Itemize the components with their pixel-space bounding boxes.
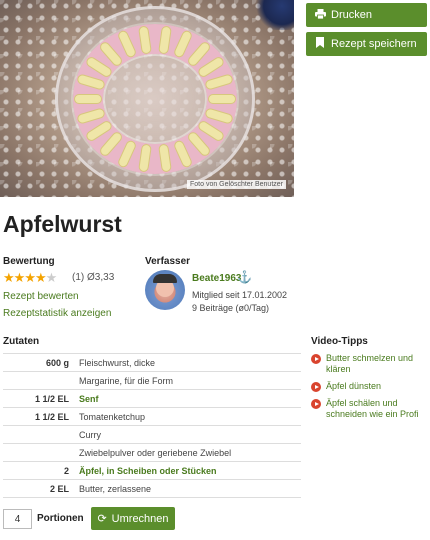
play-icon [311, 382, 321, 392]
apple-slice [74, 94, 102, 104]
printer-icon [314, 8, 326, 22]
ingredient-amount: 1 1/2 EL [3, 389, 75, 408]
ingredient-name: Fleischwurst, dicke [75, 353, 301, 372]
portions-label: Portionen [37, 513, 84, 524]
video-tip-item[interactable]: Äpfel dünsten [311, 381, 430, 392]
star-icon: ★ [3, 270, 15, 285]
table-row: 2 EL Butter, zerlassene [3, 479, 301, 498]
video-tips-heading: Video-Tipps [311, 336, 368, 347]
recalculate-button[interactable]: ⟳ Umrechnen [91, 507, 175, 530]
apple-slice [208, 94, 236, 104]
table-row: Curry [3, 425, 301, 444]
avatar[interactable] [145, 270, 185, 310]
ingredient-amount: 600 g [3, 353, 75, 372]
ingredient-link[interactable]: Äpfel, in Scheiben oder Stücken [75, 461, 301, 480]
table-row: 1 1/2 EL Tomatenketchup [3, 407, 301, 426]
rating-average: Ø3,33 [87, 272, 115, 283]
avatar-hat [153, 274, 177, 283]
star-empty-icon: ★ [45, 270, 58, 285]
refresh-icon: ⟳ [97, 513, 107, 525]
rating-heading: Bewertung [3, 256, 55, 267]
table-row: Margarine, für die Form [3, 371, 301, 390]
video-tip-label: Äpfel schälen und schneiden wie ein Prof… [326, 398, 419, 419]
portions-input[interactable] [3, 509, 32, 529]
ingredient-amount [3, 425, 75, 444]
ingredient-name: Zwiebelpulver oder geriebene Zwiebel [75, 443, 301, 462]
video-tip-item[interactable]: Äpfel schälen und schneiden wie ein Prof… [311, 398, 430, 420]
recalculate-label: Umrechnen [111, 512, 169, 525]
ingredients-heading: Zutaten [3, 336, 40, 347]
ingredient-amount [3, 443, 75, 462]
video-tip-item[interactable]: Butter schmelzen und klären [311, 353, 430, 375]
star-icon: ★ [24, 270, 36, 285]
save-recipe-button[interactable]: Rezept speichern [306, 32, 427, 56]
ingredient-name: Butter, zerlassene [75, 479, 301, 498]
recipe-stats-link[interactable]: Rezeptstatistik anzeigen [3, 308, 111, 319]
ingredient-amount: 2 EL [3, 479, 75, 498]
author-posts: 9 Beiträge (ø0/Tag) [192, 303, 270, 313]
ingredients-table: 600 g Fleischwurst, dicke Margarine, für d… [3, 353, 301, 498]
bookmark-icon [314, 37, 326, 51]
video-tip-label: Butter schmelzen und klären [326, 353, 414, 374]
photo-credit: Foto von Gelöschter Benutzer [187, 180, 286, 189]
table-row: 600 g Fleischwurst, dicke [3, 353, 301, 372]
ingredient-amount: 2 [3, 461, 75, 480]
author-heading: Verfasser [145, 256, 191, 267]
rate-recipe-link[interactable]: Rezept bewerten [3, 291, 79, 302]
play-icon [311, 399, 321, 409]
star-icon: ★ [13, 270, 26, 285]
photo-corner [254, 0, 294, 30]
ingredient-name: Margarine, für die Form [75, 371, 301, 390]
table-row: 1 1/2 EL Senf [3, 389, 301, 408]
table-row: Zwiebelpulver oder geriebene Zwiebel [3, 443, 301, 462]
print-label: Drucken [331, 9, 372, 21]
table-row: 2 Äpfel, in Scheiben oder Stücken [3, 461, 301, 480]
anchor-icon: ⚓ [237, 270, 252, 284]
ingredient-amount: 1 1/2 EL [3, 407, 75, 426]
play-icon [311, 354, 321, 364]
rating-count: (1) [72, 272, 85, 283]
ingredient-name: Tomatenketchup [75, 407, 301, 426]
author-member-since: Mitglied seit 17.01.2002 [192, 290, 288, 300]
save-recipe-label: Rezept speichern [331, 38, 417, 50]
page-title: Apfelwurst [3, 211, 122, 237]
print-button[interactable]: Drucken [306, 3, 427, 27]
author-name-link[interactable]: Beate1963 [192, 273, 241, 284]
recipe-photo[interactable]: Foto von Gelöschter Benutzer [0, 0, 294, 197]
rating-summary: (1) Ø3,33 [72, 272, 114, 283]
star-half-icon: ★ [34, 270, 47, 285]
rating-stars: ★★★★★ [3, 270, 58, 286]
video-tip-label: Äpfel dünsten [326, 381, 382, 391]
ingredient-link[interactable]: Senf [75, 389, 301, 408]
ingredient-name: Curry [75, 425, 301, 444]
ingredient-amount [3, 371, 75, 390]
